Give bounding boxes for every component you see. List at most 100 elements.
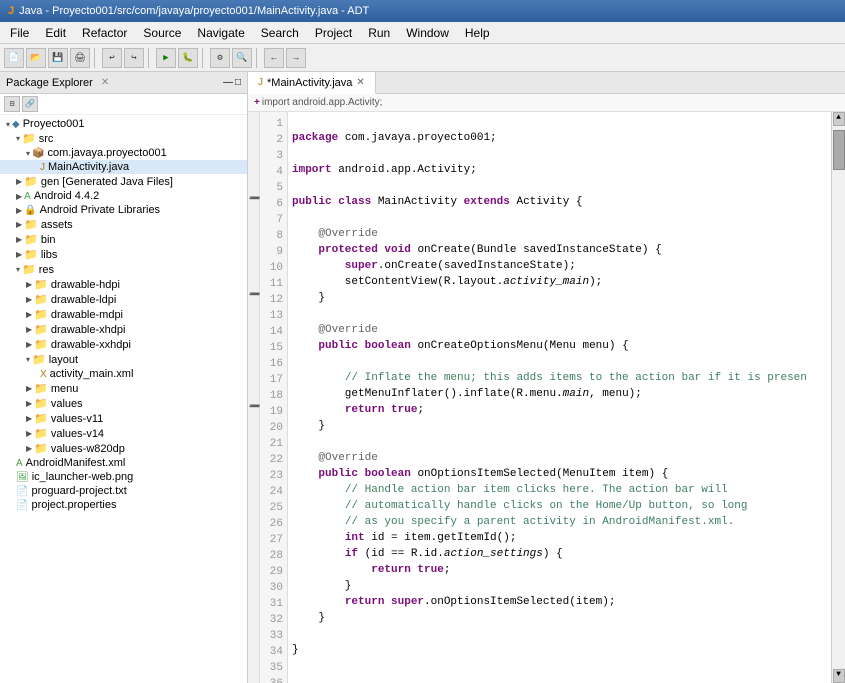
tree-item-drawable-xxhdpi[interactable]: ▶ 📁 drawable-xxhdpi: [0, 337, 247, 352]
tree-item-layout[interactable]: ▾ 📁 layout: [0, 352, 247, 367]
label-drawable-xhdpi: drawable-xhdpi: [51, 324, 126, 336]
tree-item-libs[interactable]: ▶ 📁 libs: [0, 247, 247, 262]
tree-item-proyecto001[interactable]: ▾ ◆ Proyecto001: [0, 117, 247, 131]
label-values: values: [51, 398, 83, 410]
label-src: src: [39, 133, 54, 145]
menu-edit[interactable]: Edit: [39, 24, 72, 42]
fold-marker-3[interactable]: ➖: [249, 402, 260, 412]
menu-file[interactable]: File: [4, 24, 35, 42]
tree-item-androidmanifest[interactable]: A AndroidManifest.xml: [0, 456, 247, 470]
undo-button[interactable]: ↩: [102, 48, 122, 68]
tree-item-mainactivity[interactable]: J MainActivity.java: [0, 160, 247, 174]
editor-scrollbar[interactable]: ▲ ▼: [831, 112, 845, 683]
menu-source[interactable]: Source: [137, 24, 187, 42]
label-drawable-ldpi: drawable-ldpi: [51, 294, 116, 306]
arrow-android442: ▶: [16, 192, 22, 201]
drawable-mdpi-icon: 📁: [34, 308, 48, 321]
code-content[interactable]: package com.javaya.proyecto001; import a…: [288, 112, 831, 676]
drawable-xxhdpi-icon: 📁: [34, 338, 48, 351]
sep4: [256, 48, 260, 68]
print-button[interactable]: 🖨: [70, 48, 90, 68]
tree-item-pkg[interactable]: ▾ 📦 com.javaya.proyecto001: [0, 146, 247, 160]
tree-item-values-v11[interactable]: ▶ 📁 values-v11: [0, 411, 247, 426]
tab-mainactivity[interactable]: J *MainActivity.java ✕: [248, 72, 376, 94]
label-bin: bin: [41, 234, 56, 246]
src-folder-icon: 📁: [22, 132, 36, 145]
drawable-xhdpi-icon: 📁: [34, 323, 48, 336]
search-toolbar-button[interactable]: 🔍: [232, 48, 252, 68]
arrow-assets: ▶: [16, 220, 22, 229]
run-button[interactable]: ▶: [156, 48, 176, 68]
save-button[interactable]: 💾: [48, 48, 68, 68]
tree-item-drawable-mdpi[interactable]: ▶ 📁 drawable-mdpi: [0, 307, 247, 322]
menu-run[interactable]: Run: [362, 24, 396, 42]
menu-help[interactable]: Help: [459, 24, 496, 42]
pe-maximize-icon[interactable]: □: [235, 77, 241, 88]
tree-item-proguard[interactable]: 📄 proguard-project.txt: [0, 484, 247, 498]
projectprops-icon: 📄: [16, 500, 28, 511]
values-v11-icon: 📁: [34, 412, 48, 425]
sep1: [94, 48, 98, 68]
scroll-up-button[interactable]: ▲: [833, 112, 845, 126]
tree-item-activity-main-xml[interactable]: X activity_main.xml: [0, 367, 247, 381]
tree-item-res[interactable]: ▾ 📁 res: [0, 262, 247, 277]
redo-button[interactable]: ↪: [124, 48, 144, 68]
values-v14-icon: 📁: [34, 427, 48, 440]
tree-item-iclauncher[interactable]: 🖼 ic_launcher-web.png: [0, 470, 247, 484]
open-button[interactable]: 📂: [26, 48, 46, 68]
tree-item-bin[interactable]: ▶ 📁 bin: [0, 232, 247, 247]
tree-item-values-v14[interactable]: ▶ 📁 values-v14: [0, 426, 247, 441]
build-button[interactable]: ⚙: [210, 48, 230, 68]
menu-project[interactable]: Project: [309, 24, 358, 42]
arrow-menu: ▶: [26, 384, 32, 393]
main-layout: Package Explorer ✕ — □ ⊟ 🔗 ▾ ◆ Proyecto0…: [0, 72, 845, 683]
tree-item-android442[interactable]: ▶ A Android 4.4.2: [0, 189, 247, 203]
editor-area: J *MainActivity.java ✕ + import android.…: [248, 72, 845, 683]
tree-item-androidprivate[interactable]: ▶ 🔒 Android Private Libraries: [0, 203, 247, 217]
android-icon: A: [24, 191, 31, 202]
pe-close-icon[interactable]: ✕: [101, 77, 109, 88]
title-bar: J Java - Proyecto001/src/com/javaya/proy…: [0, 0, 845, 22]
scroll-thumb[interactable]: [833, 130, 845, 170]
tab-close-button[interactable]: ✕: [356, 77, 364, 88]
tree-item-gen[interactable]: ▶ 📁 gen [Generated Java Files]: [0, 174, 247, 189]
pe-minimize-icon[interactable]: —: [223, 77, 233, 88]
pe-header-title: Package Explorer ✕: [6, 77, 109, 89]
pe-tree: ▾ ◆ Proyecto001 ▾ 📁 src ▾ 📦 com.javaya.p…: [0, 115, 247, 683]
tree-item-menu[interactable]: ▶ 📁 menu: [0, 381, 247, 396]
bc-plus: +: [254, 97, 260, 108]
tree-item-projectprops[interactable]: 📄 project.properties: [0, 498, 247, 512]
next-button[interactable]: →: [286, 48, 306, 68]
label-proguard: proguard-project.txt: [31, 485, 126, 497]
pe-toolbar: ⊟ 🔗: [0, 94, 247, 115]
tab-label: *MainActivity.java: [267, 77, 352, 89]
tree-item-drawable-ldpi[interactable]: ▶ 📁 drawable-ldpi: [0, 292, 247, 307]
tree-item-drawable-hdpi[interactable]: ▶ 📁 drawable-hdpi: [0, 277, 247, 292]
menu-refactor[interactable]: Refactor: [76, 24, 133, 42]
menu-navigate[interactable]: Navigate: [191, 24, 250, 42]
tree-item-src[interactable]: ▾ 📁 src: [0, 131, 247, 146]
label-values-v14: values-v14: [51, 428, 104, 440]
code-scroll-area[interactable]: package com.javaya.proyecto001; import a…: [288, 112, 831, 683]
arrow-values-w820dp: ▶: [26, 444, 32, 453]
sep2: [148, 48, 152, 68]
drawable-ldpi-icon: 📁: [34, 293, 48, 306]
prev-button[interactable]: ←: [264, 48, 284, 68]
fold-marker-2[interactable]: ➖: [249, 290, 260, 300]
pe-collapse-all[interactable]: ⊟: [4, 96, 20, 112]
tree-item-drawable-xhdpi[interactable]: ▶ 📁 drawable-xhdpi: [0, 322, 247, 337]
arrow-drawable-ldpi: ▶: [26, 295, 32, 304]
tree-item-values[interactable]: ▶ 📁 values: [0, 396, 247, 411]
new-button[interactable]: 📄: [4, 48, 24, 68]
fold-marker-1[interactable]: ➖: [249, 194, 260, 204]
tree-item-values-w820dp[interactable]: ▶ 📁 values-w820dp: [0, 441, 247, 456]
label-iclauncher: ic_launcher-web.png: [32, 471, 134, 483]
menu-search[interactable]: Search: [255, 24, 305, 42]
arrow-pkg: ▾: [26, 149, 30, 158]
tree-item-assets[interactable]: ▶ 📁 assets: [0, 217, 247, 232]
pe-link-with-editor[interactable]: 🔗: [22, 96, 38, 112]
proguard-icon: 📄: [16, 486, 28, 497]
scroll-down-button[interactable]: ▼: [833, 669, 845, 683]
menu-window[interactable]: Window: [400, 24, 455, 42]
debug-button[interactable]: 🐛: [178, 48, 198, 68]
